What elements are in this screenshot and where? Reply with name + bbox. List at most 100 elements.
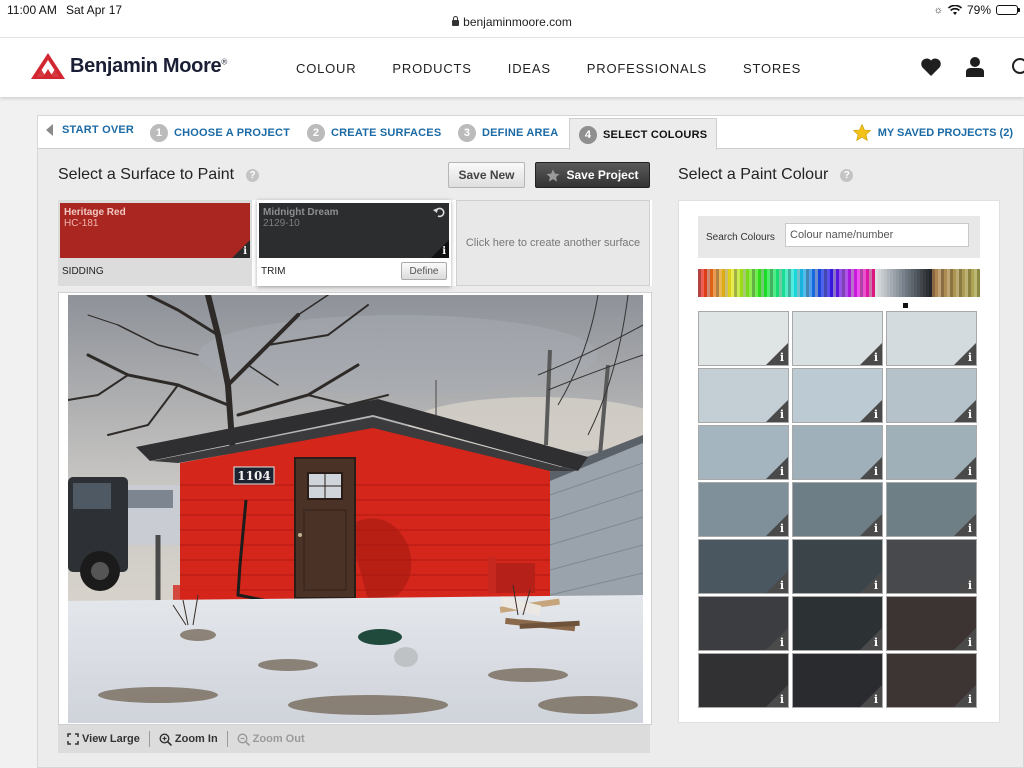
- back-arrow-icon: [46, 124, 53, 136]
- spectrum-marker[interactable]: [903, 303, 908, 308]
- url-text: benjaminmoore.com: [463, 15, 572, 29]
- info-icon[interactable]: i: [968, 636, 972, 649]
- url-bar[interactable]: benjaminmoore.com: [0, 15, 1024, 29]
- colour-chip[interactable]: i: [886, 653, 977, 708]
- save-new-button[interactable]: Save New: [448, 162, 525, 188]
- zoom-out-button[interactable]: Zoom Out: [226, 731, 314, 747]
- wifi-icon: [947, 4, 962, 15]
- surface-swatch[interactable]: Midnight Dream 2129-10 i: [259, 203, 449, 258]
- star-icon: [546, 168, 560, 182]
- info-icon[interactable]: i: [780, 636, 784, 649]
- step-define-area[interactable]: 3 DEFINE AREA: [458, 124, 558, 142]
- colour-chip[interactable]: i: [698, 311, 789, 366]
- nav-colour[interactable]: COLOUR: [296, 61, 356, 76]
- heart-icon[interactable]: [920, 57, 942, 77]
- colour-chip[interactable]: i: [698, 482, 789, 537]
- colour-chip[interactable]: i: [886, 311, 977, 366]
- brand-logo[interactable]: Benjamin Moore®: [30, 52, 227, 80]
- info-icon[interactable]: i: [780, 465, 784, 478]
- info-icon[interactable]: i: [874, 579, 878, 592]
- colour-spectrum-bar[interactable]: [698, 269, 980, 297]
- nav-products[interactable]: PRODUCTS: [392, 61, 471, 76]
- info-icon[interactable]: i: [442, 246, 446, 257]
- view-large-button[interactable]: View Large: [58, 731, 149, 747]
- info-icon[interactable]: i: [780, 522, 784, 535]
- surface-panel-title: Select a Surface to Paint ?: [58, 166, 260, 184]
- zoom-in-button[interactable]: Zoom In: [148, 731, 227, 747]
- nav-professionals[interactable]: PROFESSIONALS: [587, 61, 707, 76]
- start-over-button[interactable]: START OVER: [46, 124, 134, 136]
- star-icon: [852, 124, 871, 141]
- step-create-surfaces[interactable]: 2 CREATE SURFACES: [307, 124, 441, 142]
- undo-icon[interactable]: [433, 206, 445, 218]
- colour-chip[interactable]: i: [792, 653, 883, 708]
- colour-chip[interactable]: i: [886, 368, 977, 423]
- step-choose-project[interactable]: 1 CHOOSE A PROJECT: [150, 124, 290, 142]
- colour-chip[interactable]: i: [698, 368, 789, 423]
- info-icon[interactable]: i: [968, 408, 972, 421]
- help-icon[interactable]: ?: [246, 168, 260, 182]
- account-icon[interactable]: [964, 56, 986, 78]
- colour-chip[interactable]: i: [792, 368, 883, 423]
- house-photo[interactable]: 1104: [68, 295, 643, 723]
- nav-ideas[interactable]: IDEAS: [508, 61, 551, 76]
- colour-chip[interactable]: i: [886, 539, 977, 594]
- colour-chip[interactable]: i: [792, 482, 883, 537]
- info-icon[interactable]: i: [874, 693, 878, 706]
- colour-chip[interactable]: i: [792, 596, 883, 651]
- palette-panel-title: Select a Paint Colour ?: [678, 166, 854, 184]
- colour-chip[interactable]: i: [792, 425, 883, 480]
- logo-mark-icon: [31, 53, 65, 79]
- zoom-toolbar: View Large Zoom In Zoom Out: [58, 725, 650, 753]
- info-icon[interactable]: i: [780, 408, 784, 421]
- colour-chip[interactable]: i: [886, 482, 977, 537]
- saved-projects-link[interactable]: MY SAVED PROJECTS (2): [852, 124, 1013, 141]
- search-label: Search Colours: [706, 231, 775, 243]
- colour-chip[interactable]: i: [698, 596, 789, 651]
- step-bar: START OVER 1 CHOOSE A PROJECT 2 CREATE SUR…: [38, 116, 1024, 150]
- surface-card-sidding[interactable]: Heritage Red HC-181 i SIDDING: [58, 200, 252, 286]
- info-icon[interactable]: i: [968, 465, 972, 478]
- help-icon[interactable]: ?: [840, 168, 854, 182]
- header-actions: [920, 56, 1024, 78]
- brand-name: Benjamin Moore®: [70, 54, 227, 77]
- colour-chip[interactable]: i: [698, 425, 789, 480]
- info-icon[interactable]: i: [874, 465, 878, 478]
- nav-stores[interactable]: STORES: [743, 61, 801, 76]
- info-icon[interactable]: i: [968, 693, 972, 706]
- house-number: 1104: [237, 469, 270, 483]
- surface-list: Heritage Red HC-181 i SIDDING Midnight D…: [58, 200, 652, 286]
- info-icon[interactable]: i: [968, 351, 972, 364]
- info-icon[interactable]: i: [968, 522, 972, 535]
- house-photo-image: 1104: [68, 295, 643, 723]
- info-icon[interactable]: i: [874, 408, 878, 421]
- step-select-colours[interactable]: 4 SELECT COLOURS: [569, 118, 718, 150]
- colour-chip[interactable]: i: [886, 425, 977, 480]
- photo-frame: 1104: [58, 292, 652, 725]
- colour-chip[interactable]: i: [886, 596, 977, 651]
- colour-palette: Search Colours i i i i i i i i i i i i i i i i i i i i i: [678, 200, 1000, 723]
- info-icon[interactable]: i: [968, 579, 972, 592]
- info-icon[interactable]: i: [780, 693, 784, 706]
- colour-chip[interactable]: i: [792, 539, 883, 594]
- lock-icon: [452, 16, 460, 26]
- zoom-out-icon: [237, 732, 250, 746]
- search-icon[interactable]: [1008, 56, 1024, 78]
- info-icon[interactable]: i: [874, 636, 878, 649]
- info-icon[interactable]: i: [874, 351, 878, 364]
- brightness-icon: ☼: [933, 4, 943, 16]
- create-surface-button[interactable]: Click here to create another surface: [456, 200, 650, 286]
- save-project-button[interactable]: Save Project: [535, 162, 650, 188]
- site-header: Benjamin Moore® COLOUR PRODUCTS IDEAS PR…: [0, 37, 1024, 97]
- surface-swatch[interactable]: Heritage Red HC-181 i: [60, 203, 250, 258]
- colour-search-input[interactable]: [785, 223, 969, 247]
- colour-chip[interactable]: i: [792, 311, 883, 366]
- colour-chip[interactable]: i: [698, 539, 789, 594]
- info-icon[interactable]: i: [780, 351, 784, 364]
- colour-chip[interactable]: i: [698, 653, 789, 708]
- info-icon[interactable]: i: [780, 579, 784, 592]
- define-button[interactable]: Define: [401, 262, 447, 280]
- surface-card-trim[interactable]: Midnight Dream 2129-10 i TRIM Define: [257, 200, 451, 286]
- info-icon[interactable]: i: [243, 246, 247, 257]
- info-icon[interactable]: i: [874, 522, 878, 535]
